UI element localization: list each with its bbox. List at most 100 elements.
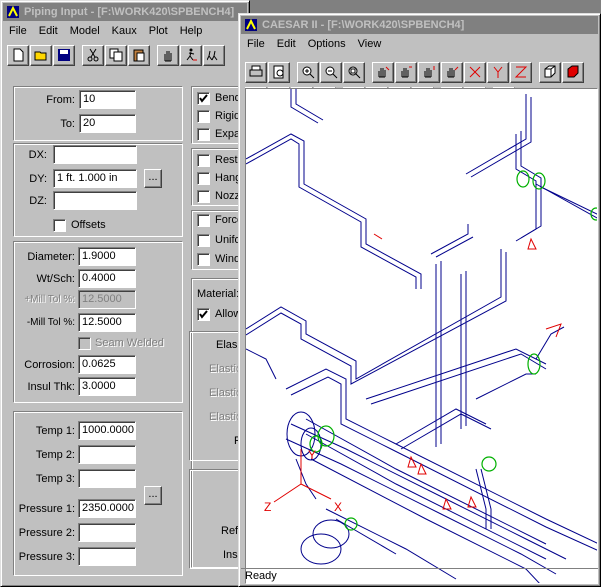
print-button[interactable]	[245, 61, 267, 83]
walk-button[interactable]	[180, 44, 202, 66]
temp2-input[interactable]	[78, 445, 136, 464]
save-button[interactable]	[53, 44, 75, 66]
piping-title-bar[interactable]: Piping Input - [F:\WORK420\SPBENCH4]	[3, 3, 247, 21]
zoom-out-icon	[325, 66, 338, 79]
view-rotate-1-button[interactable]	[372, 61, 394, 83]
expansion-checkbox[interactable]	[197, 128, 210, 141]
caesar-title-bar[interactable]: CAESAR II - [F:\WORK420\SPBENCH4]	[241, 16, 598, 34]
offsets-checkbox[interactable]	[53, 219, 66, 232]
axis-y-icon	[493, 66, 503, 78]
expansion-label: Expa	[215, 128, 241, 140]
pressure3-input[interactable]	[78, 547, 136, 566]
cut-button[interactable]	[82, 44, 104, 66]
scissors-icon	[87, 48, 99, 62]
run-button[interactable]	[203, 44, 225, 66]
temp1-input[interactable]: 1000.0000	[78, 421, 136, 440]
insul-thk-input[interactable]: 3.0000	[78, 377, 136, 396]
pressure1-label: Pressure 1:	[18, 503, 75, 515]
rigid-label: Rigid	[215, 110, 241, 122]
restraint-label: Rest	[215, 154, 238, 166]
menu-view[interactable]: View	[352, 38, 388, 50]
elastic-label-3: Elastic	[209, 411, 242, 423]
menu-plot[interactable]: Plot	[143, 25, 174, 37]
caesar-menu-bar: File Edit Options View	[241, 35, 598, 53]
menu-options[interactable]: Options	[302, 38, 352, 50]
color-view-button[interactable]	[562, 61, 584, 83]
plus-mill-tol-input: 12.5000	[78, 290, 136, 309]
corrosion-label: Corrosion:	[24, 359, 75, 371]
corrosion-input[interactable]: 0.0625	[78, 355, 136, 374]
axis-z-label: Z	[264, 500, 271, 514]
axis-x-button[interactable]	[464, 61, 486, 83]
hand-rotate-icon	[378, 66, 390, 78]
paste-clipboard-icon	[133, 49, 145, 62]
axis-y-button[interactable]	[487, 61, 509, 83]
piping-isometric-drawing[interactable]: Y Z X	[246, 89, 598, 584]
nozzle-checkbox[interactable]	[197, 190, 210, 203]
menu-edit[interactable]: Edit	[33, 25, 64, 37]
hand-rotate-icon	[401, 66, 412, 78]
wtsch-label: Wt/Sch:	[36, 273, 75, 285]
uniform-label: Unifo	[215, 234, 241, 246]
dy-input[interactable]: 1 ft. 1.000 in	[53, 169, 137, 188]
zoom-window-button[interactable]	[343, 61, 365, 83]
hanger-checkbox[interactable]	[197, 172, 210, 185]
piping-model-viewport[interactable]: Y Z X	[245, 88, 598, 584]
wind-checkbox[interactable]	[197, 253, 210, 266]
dy-dots-button[interactable]: ...	[144, 169, 162, 188]
dz-input[interactable]	[53, 191, 137, 210]
piping-input-window[interactable]: Piping Input - [F:\WORK420\SPBENCH4] Fil…	[0, 0, 250, 587]
view-rotate-2-button[interactable]	[395, 61, 417, 83]
axis-z-button[interactable]	[510, 61, 532, 83]
piping-menu-bar: File Edit Model Kaux Plot Help	[3, 22, 247, 40]
zoom-in-button[interactable]	[297, 61, 319, 83]
wtsch-input[interactable]: 0.4000	[78, 269, 136, 288]
seam-welded-label: Seam Welded	[95, 337, 164, 349]
menu-model[interactable]: Model	[64, 25, 106, 37]
zoom-window-icon	[348, 66, 361, 79]
wind-label: Wind	[215, 253, 241, 265]
dx-input[interactable]	[53, 145, 137, 164]
bend-checkbox[interactable]	[197, 92, 210, 105]
copy-button[interactable]	[105, 44, 127, 66]
temp3-input[interactable]	[78, 469, 136, 488]
pressure1-input[interactable]: 2350.0000	[78, 499, 136, 518]
print-preview-button[interactable]	[268, 61, 290, 83]
pressure2-label: Pressure 2:	[18, 527, 75, 539]
walking-figure-icon	[186, 48, 197, 61]
rigid-checkbox[interactable]	[197, 110, 210, 123]
elastic-label-1: Elastic	[209, 363, 242, 375]
paste-button[interactable]	[128, 44, 150, 66]
view-rotate-3-button[interactable]	[418, 61, 440, 83]
from-node-input[interactable]: 10	[79, 90, 136, 109]
uniform-checkbox[interactable]	[197, 234, 210, 247]
menu-edit[interactable]: Edit	[271, 38, 302, 50]
minus-mill-tol-input[interactable]: 12.5000	[78, 313, 136, 332]
solid-view-button[interactable]	[539, 61, 561, 83]
status-bar: Ready	[241, 568, 598, 584]
caesar-window[interactable]: CAESAR II - [F:\WORK420\SPBENCH4] File E…	[238, 13, 601, 587]
to-node-input[interactable]: 20	[79, 114, 136, 133]
force-checkbox[interactable]	[197, 214, 210, 227]
elastic-title: Elas	[216, 339, 238, 351]
menu-file[interactable]: File	[3, 25, 33, 37]
temp3-label: Temp 3:	[35, 473, 75, 485]
material-label: Material:	[197, 288, 240, 300]
pressure-dots-button[interactable]: ...	[144, 486, 162, 505]
menu-kaux[interactable]: Kaux	[106, 25, 143, 37]
temp1-label: Temp 1:	[35, 425, 75, 437]
allow-checkbox[interactable]	[197, 308, 210, 321]
view-rotate-4-button[interactable]	[441, 61, 463, 83]
hand-rotate-icon	[424, 66, 435, 78]
zoom-out-button[interactable]	[320, 61, 342, 83]
new-file-button[interactable]	[7, 44, 29, 66]
dy-label: DY:	[29, 173, 47, 185]
hand-tool-button[interactable]	[157, 44, 179, 66]
restraint-checkbox[interactable]	[197, 154, 210, 167]
cube-icon	[544, 65, 556, 78]
open-button[interactable]	[30, 44, 52, 66]
diameter-input[interactable]: 1.9000	[78, 247, 136, 266]
pressure2-input[interactable]	[78, 523, 136, 542]
menu-file[interactable]: File	[241, 38, 271, 50]
menu-help[interactable]: Help	[174, 25, 209, 37]
